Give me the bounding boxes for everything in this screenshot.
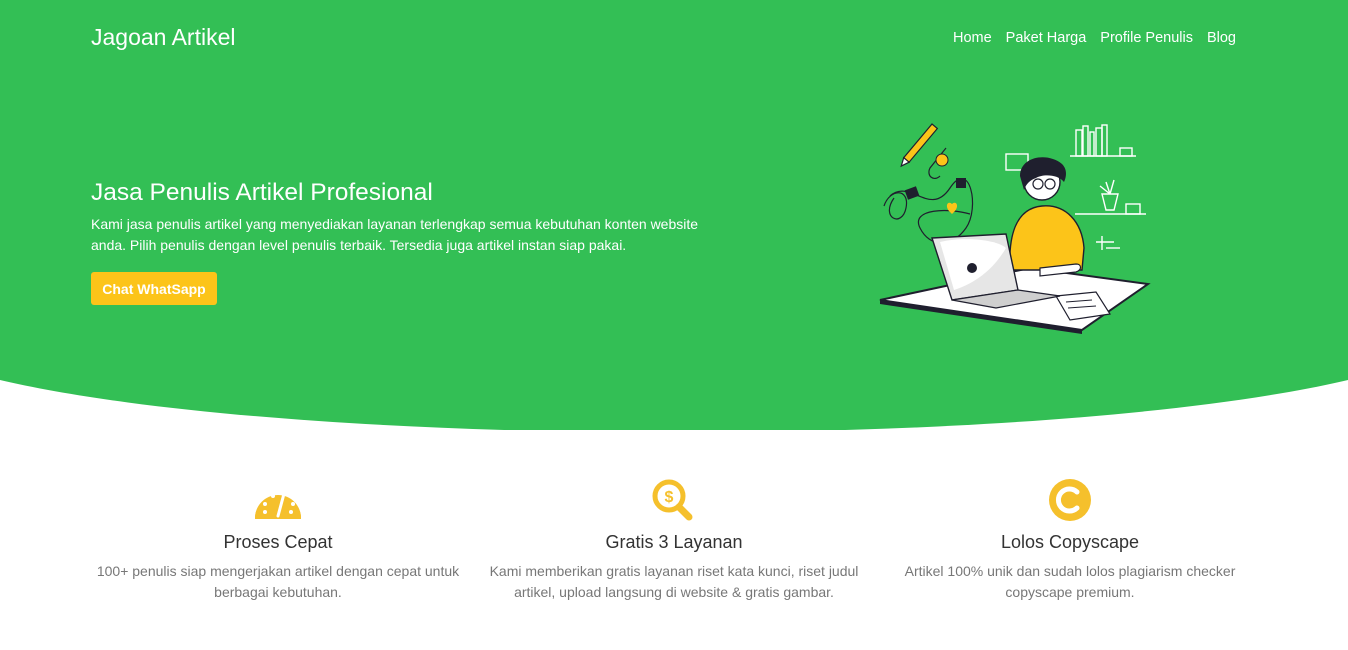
- feature-lolos-copyscape: Lolos Copyscape Artikel 100% unik dan su…: [880, 478, 1260, 603]
- nav-link-profile-penulis[interactable]: Profile Penulis: [1093, 30, 1200, 46]
- nav-menu: Home Paket Harga Profile Penulis Blog: [946, 29, 1236, 47]
- nav-link-home[interactable]: Home: [946, 30, 999, 46]
- hero-title: Jasa Penulis Artikel Profesional: [91, 179, 433, 206]
- feature-text: Artikel 100% unik dan sudah lolos plagia…: [904, 563, 1236, 600]
- feature-text: Kami memberikan gratis layanan riset kat…: [489, 563, 859, 600]
- feature-title: Lolos Copyscape: [1000, 532, 1140, 552]
- feature-text: 100+ penulis siap mengerjakan artikel de…: [96, 563, 460, 600]
- hero-description: Kami jasa penulis artikel yang menyediak…: [91, 216, 699, 253]
- nav-link-blog[interactable]: Blog: [1200, 30, 1236, 46]
- feature-gratis-layanan: $ Gratis 3 Layanan Kami memberikan grati…: [484, 478, 864, 603]
- person-writing-on-laptop-illustration: [879, 123, 1151, 334]
- svg-text:$: $: [665, 489, 674, 506]
- feature-title: Gratis 3 Layanan: [605, 532, 743, 552]
- hero-section: Jagoan Artikel Home Paket Harga Profile …: [0, 0, 1348, 430]
- feature-proses-cepat: Proses Cepat 100+ penulis siap mengerjak…: [88, 478, 468, 603]
- dollar-search-icon: $: [652, 479, 693, 521]
- navbar: Jagoan Artikel Home Paket Harga Profile …: [91, 22, 1241, 54]
- speedometer-icon: [255, 488, 301, 519]
- copyright-icon: [1049, 479, 1091, 521]
- nav-link-paket-harga[interactable]: Paket Harga: [999, 30, 1094, 46]
- brand-logo[interactable]: Jagoan Artikel: [91, 24, 235, 51]
- feature-title: Proses Cepat: [223, 532, 333, 552]
- chat-whatsapp-button[interactable]: Chat WhatSapp: [91, 272, 217, 305]
